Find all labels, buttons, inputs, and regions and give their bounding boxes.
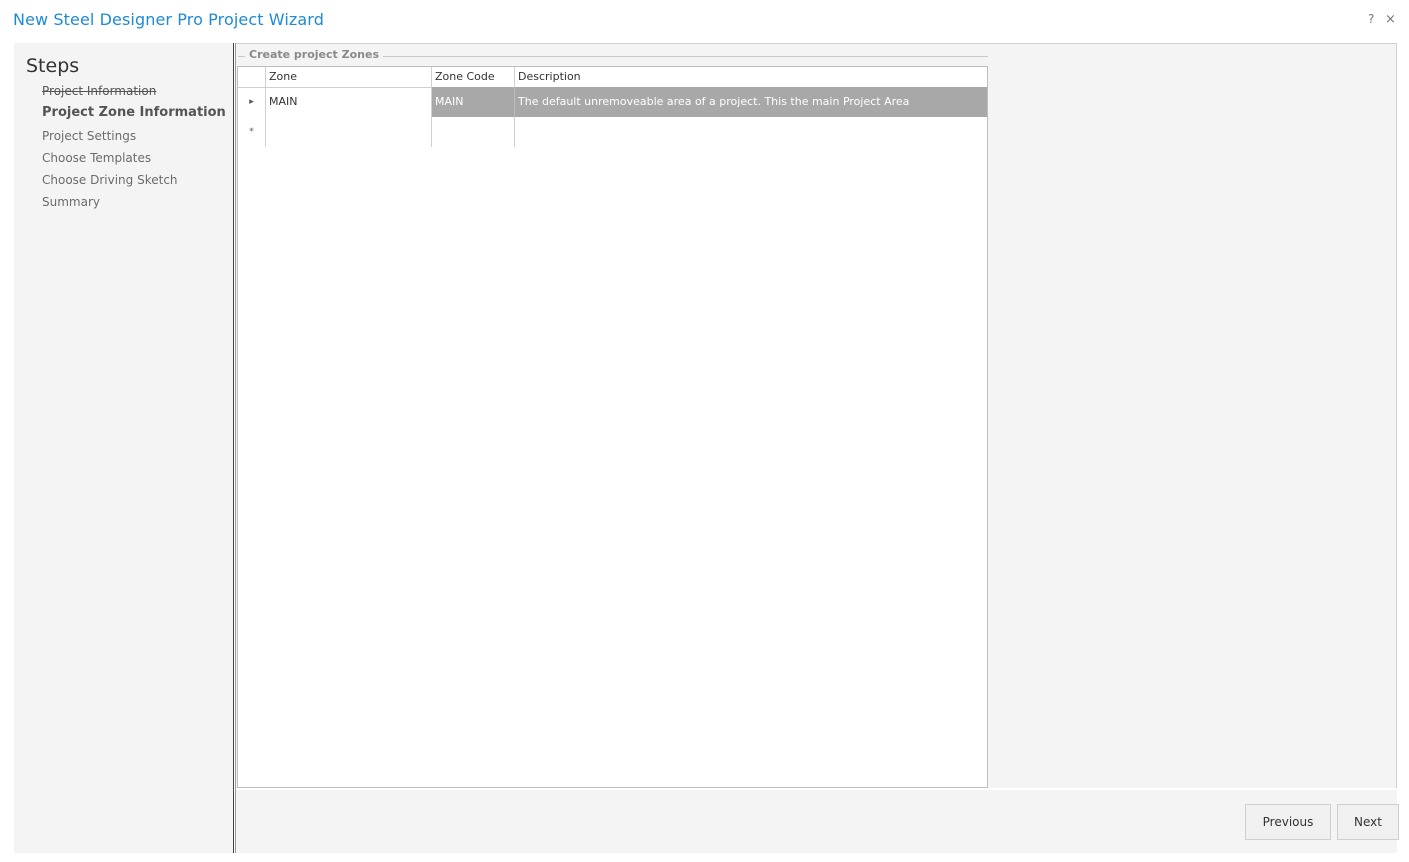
content-panel: Create project Zones Zone Zone Code Desc… [236,43,1397,788]
new-cell-zone-code[interactable] [432,117,515,147]
column-header-zone[interactable]: Zone [266,67,432,87]
panel-splitter[interactable] [233,43,234,853]
next-button[interactable]: Next [1337,804,1399,840]
help-icon[interactable]: ? [1368,12,1374,26]
row-indicator-icon: ▸ [238,87,266,117]
previous-button[interactable]: Previous [1245,804,1331,840]
step-project-zone-information[interactable]: Project Zone Information [42,105,226,120]
close-icon[interactable]: × [1385,12,1396,27]
new-row[interactable]: * [238,117,987,147]
steps-title: Steps [26,55,80,77]
window-title: New Steel Designer Pro Project Wizard [13,10,324,29]
wizard-footer: Previous Next [236,790,1399,853]
new-row-indicator-icon: * [238,117,266,147]
cell-zone-code[interactable]: MAIN [432,87,515,117]
step-choose-driving-sketch[interactable]: Choose Driving Sketch [42,173,178,187]
step-project-information[interactable]: Project Information [42,84,156,98]
steps-sidebar: Steps Project Information Project Zone I… [14,43,233,853]
step-summary[interactable]: Summary [42,195,100,209]
grid-header: Zone Zone Code Description [238,67,987,88]
step-choose-templates[interactable]: Choose Templates [42,151,151,165]
new-cell-zone[interactable] [266,117,432,147]
row-indicator-header [238,67,266,87]
column-header-zone-code[interactable]: Zone Code [432,67,515,87]
step-project-settings[interactable]: Project Settings [42,129,136,143]
column-header-description[interactable]: Description [515,67,987,87]
new-cell-description[interactable] [515,117,987,147]
table-row[interactable]: ▸ MAIN MAIN The default unremoveable are… [238,87,987,117]
zones-grid[interactable]: Zone Zone Code Description ▸ MAIN MAIN T… [237,66,988,788]
cell-description[interactable]: The default unremoveable area of a proje… [515,87,987,117]
group-legend: Create project Zones [245,48,383,61]
cell-zone[interactable]: MAIN [266,87,432,117]
